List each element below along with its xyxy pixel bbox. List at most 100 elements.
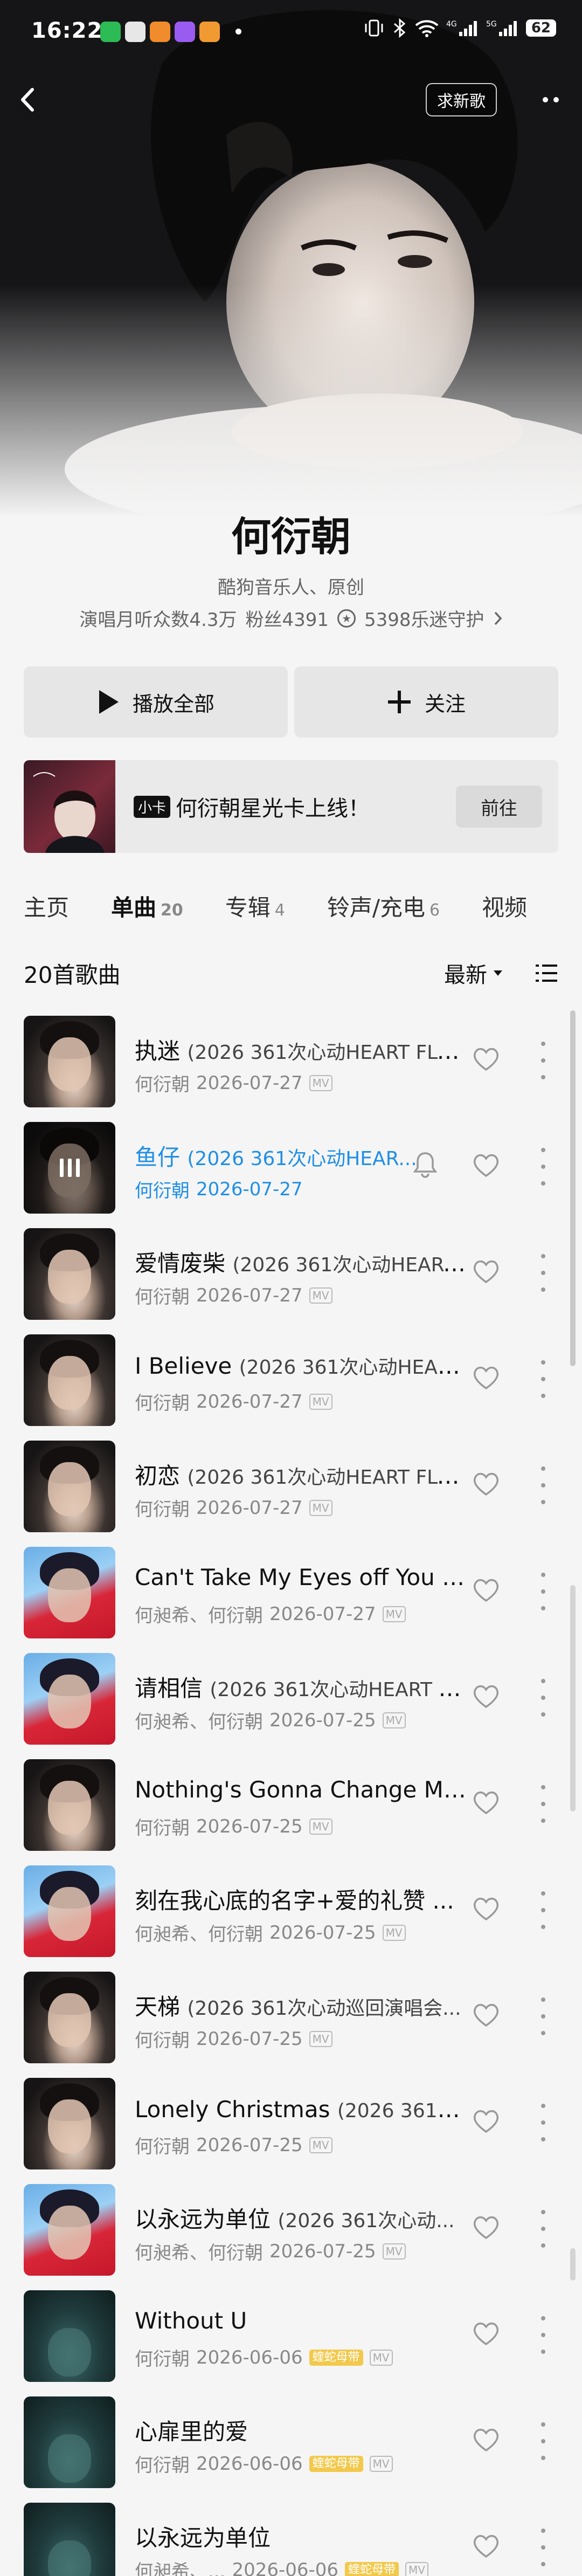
song-meta: 何衍朝 2026-07-27 MV (135, 1388, 469, 1415)
heart-icon[interactable] (472, 1152, 500, 1178)
song-more-icon[interactable] (540, 1042, 546, 1079)
mv-badge[interactable]: MV (309, 1818, 332, 1835)
heart-icon[interactable] (472, 2427, 500, 2453)
follow-button[interactable]: 关注 (294, 666, 558, 738)
song-row[interactable]: Lonely Christmas (2026 361次... 何衍朝 2026-07… (0, 2072, 582, 2179)
heart-icon[interactable] (472, 1258, 500, 1284)
song-row[interactable]: 初恋 (2026 361次心动HEART FLU... 何衍朝 2026-07-27… (0, 1435, 582, 1541)
song-row[interactable]: 以永远为单位 何昶希、... 2026-06-06 蝰蛇母带 MV (0, 2497, 582, 2576)
song-row[interactable]: Can't Take My Eyes off You (2... 何昶希、何衍朝 2… (0, 1541, 582, 1648)
song-more-icon[interactable] (540, 1573, 546, 1610)
mv-badge[interactable]: MV (382, 1606, 406, 1622)
song-more-icon[interactable] (540, 2422, 546, 2460)
song-more-icon[interactable] (540, 1679, 546, 1717)
more-options-icon[interactable] (534, 92, 568, 108)
song-more-icon[interactable] (540, 2316, 546, 2354)
batch-manage-icon[interactable] (535, 962, 558, 984)
song-subtitle: (2026 361次心动HEART FL... (210, 1679, 469, 1701)
song-cover[interactable] (24, 2078, 115, 2169)
tab-albums[interactable]: 专辑 4 (225, 890, 285, 922)
mv-badge[interactable]: MV (309, 1393, 332, 1410)
song-row[interactable]: 刻在我心底的名字+爱的礼赞 ... 何昶希、何衍朝 2026-07-25 MV (0, 1860, 582, 1966)
fan-guard-count[interactable]: 5398乐迷守护 (364, 605, 484, 631)
tab-videos[interactable]: 视频 (482, 890, 527, 922)
tab-ringtones[interactable]: 铃声/充电 6 (327, 890, 440, 922)
heart-icon[interactable] (472, 2533, 500, 2559)
heart-icon[interactable] (472, 2214, 500, 2240)
song-row[interactable]: Nothing's Gonna Change My ... 何衍朝 2026-07… (0, 1754, 582, 1860)
mv-badge[interactable]: MV (309, 2137, 332, 2153)
heart-icon[interactable] (472, 2002, 500, 2028)
song-row[interactable]: 以永远为单位 (2026 361次心动... 何昶希、何衍朝 2026-07-25 M… (0, 2179, 582, 2285)
promo-go-button[interactable]: 前往 (456, 786, 542, 828)
play-all-button[interactable]: 播放全部 (24, 666, 288, 738)
song-row[interactable]: I Believe (2026 361次心动HEART ... 何衍朝 2026-0… (0, 1329, 582, 1435)
song-title: 执迷 (135, 1038, 181, 1064)
mv-badge[interactable]: MV (382, 1712, 406, 1728)
bell-icon[interactable] (412, 1150, 439, 1179)
heart-icon[interactable] (472, 2320, 500, 2346)
mv-badge[interactable]: MV (382, 1924, 406, 1941)
mv-badge[interactable]: MV (382, 2243, 406, 2260)
heart-icon[interactable] (472, 1577, 500, 1603)
request-new-song-button[interactable]: 求新歌 (426, 83, 497, 116)
song-more-icon[interactable] (540, 1785, 546, 1823)
song-row[interactable]: 请相信 (2026 361次心动HEART FL... 何昶希、何衍朝 2026-0… (0, 1648, 582, 1754)
song-more-icon[interactable] (540, 1891, 546, 1929)
heart-icon[interactable] (472, 1471, 500, 1497)
song-cover[interactable] (24, 2184, 115, 2276)
song-more-icon[interactable] (540, 1466, 546, 1504)
song-row[interactable]: 执迷 (2026 361次心动HEART FLU... 何衍朝 2026-07-27… (0, 1010, 582, 1117)
song-row[interactable]: 爱情废柴 (2026 361次心动HEART... 何衍朝 2026-07-27 MV (0, 1223, 582, 1329)
song-title-line: Can't Take My Eyes off You (2... (135, 1564, 469, 1590)
song-row[interactable]: 心扉里的爱 何衍朝 2026-06-06 蝰蛇母带 MV (0, 2391, 582, 2497)
song-more-icon[interactable] (540, 2529, 546, 2566)
tab-home[interactable]: 主页 (24, 890, 69, 922)
mv-badge[interactable]: MV (405, 2561, 428, 2576)
song-cover[interactable] (24, 1228, 115, 1320)
song-subtitle: (2026 361次心动HEART... (232, 1254, 469, 1276)
song-more-icon[interactable] (540, 2104, 546, 2141)
heart-icon[interactable] (472, 1789, 500, 1815)
fans-count[interactable]: 粉丝4391 (246, 605, 329, 631)
song-more-icon[interactable] (540, 2210, 546, 2248)
song-cover[interactable] (24, 1122, 115, 1214)
star-card-promo[interactable]: 小卡 何衍朝星光卡上线！ 前往 (24, 760, 558, 853)
heart-icon[interactable] (472, 1046, 500, 1072)
song-cover[interactable] (24, 2503, 115, 2576)
heart-icon[interactable] (472, 1683, 500, 1709)
song-more-icon[interactable] (540, 1254, 546, 1292)
song-more-icon[interactable] (540, 1360, 546, 1398)
song-cover[interactable] (24, 1016, 115, 1107)
mv-badge[interactable]: MV (309, 1499, 332, 1516)
back-arrow-icon[interactable] (12, 81, 44, 119)
song-cover[interactable] (24, 1334, 115, 1426)
song-cover[interactable] (24, 1547, 115, 1638)
mv-badge[interactable]: MV (309, 1075, 332, 1091)
mv-badge[interactable]: MV (369, 2349, 393, 2366)
sort-dropdown[interactable]: 最新 (444, 958, 502, 989)
song-cover[interactable] (24, 1972, 115, 2063)
song-cover[interactable] (24, 2290, 115, 2382)
song-row[interactable]: 天梯 (2026 361次心动巡回演唱会... 何衍朝 2026-07-25 MV (0, 1966, 582, 2072)
heart-icon[interactable] (472, 1365, 500, 1390)
song-row[interactable]: Without U 何衍朝 2026-06-06 蝰蛇母带 MV (0, 2285, 582, 2391)
song-cover[interactable] (24, 1441, 115, 1532)
song-more-icon[interactable] (540, 1148, 546, 1186)
song-row[interactable]: 鱼仔 (2026 361次心动HEAR... 何衍朝 2026-07-27 (0, 1117, 582, 1223)
song-cover[interactable] (24, 1759, 115, 1851)
mv-badge[interactable]: MV (309, 2030, 332, 2047)
chevron-right-icon[interactable] (493, 610, 503, 626)
app-notification-icon (150, 22, 170, 42)
heart-icon[interactable] (472, 2108, 500, 2134)
scrollbar-thumb[interactable] (570, 1010, 576, 1366)
song-cover[interactable] (24, 1865, 115, 1957)
heart-icon[interactable] (472, 1896, 500, 1921)
song-cover[interactable] (24, 1653, 115, 1745)
tab-singles[interactable]: 单曲 20 (111, 890, 183, 922)
song-title-line: 爱情废柴 (2026 361次心动HEART... (135, 1245, 469, 1278)
mv-badge[interactable]: MV (309, 1287, 332, 1304)
mv-badge[interactable]: MV (369, 2455, 393, 2472)
song-cover[interactable] (24, 2396, 115, 2488)
song-more-icon[interactable] (540, 1998, 546, 2035)
